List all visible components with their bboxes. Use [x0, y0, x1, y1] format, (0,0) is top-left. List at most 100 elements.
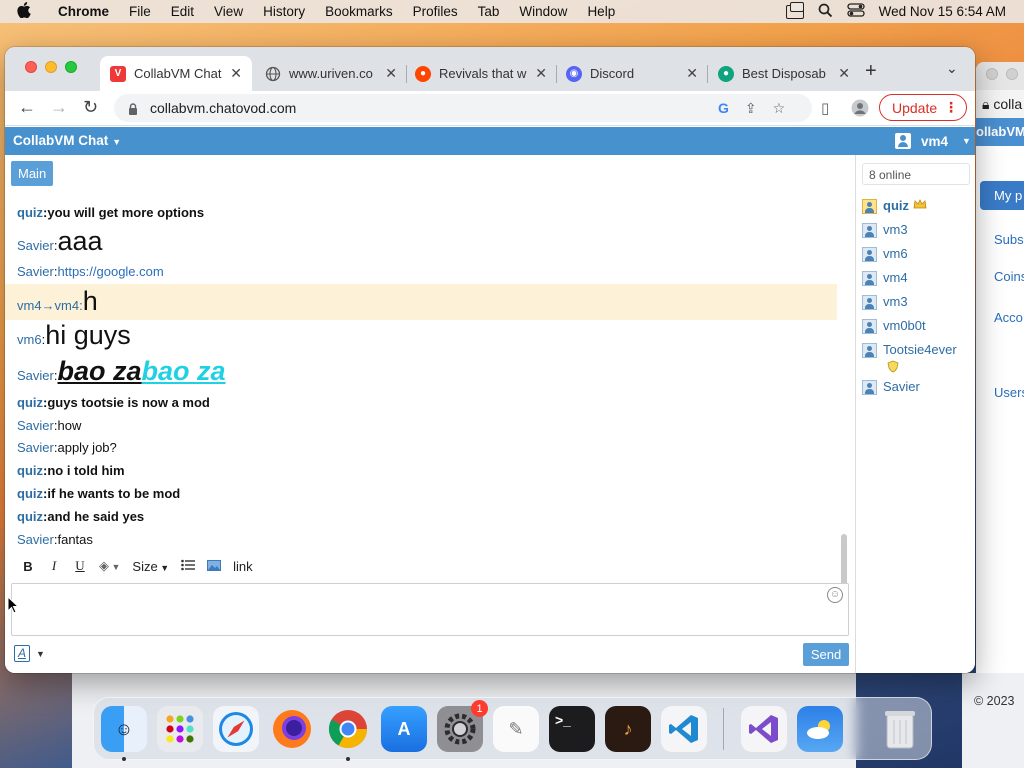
background-address-bar[interactable]: 🔒︎ colla	[976, 90, 1024, 118]
menu-window[interactable]: Window	[509, 4, 577, 19]
menu-help[interactable]: Help	[577, 4, 625, 19]
tab-discord[interactable]: ◉ Discord ✕	[556, 56, 708, 91]
spotlight-search-icon[interactable]	[818, 3, 833, 21]
system-settings-gear-icon[interactable]: 1	[437, 700, 488, 752]
room-tab-main[interactable]: Main	[11, 161, 54, 186]
menu-tab[interactable]: Tab	[468, 4, 510, 19]
menu-app-name[interactable]: Chrome	[48, 4, 119, 19]
message-nick[interactable]: Savier	[17, 238, 54, 253]
user-list-item[interactable]: vm4	[862, 268, 975, 292]
message-nick[interactable]: quiz	[17, 395, 43, 410]
message-nick[interactable]: Savier	[17, 440, 54, 455]
underline-button[interactable]: U	[67, 558, 93, 574]
control-center-icon[interactable]	[847, 3, 865, 20]
textedit-icon[interactable]: ✎	[493, 706, 539, 752]
message-nick[interactable]: quiz	[17, 486, 43, 501]
message-nick[interactable]: Savier	[17, 532, 54, 547]
reload-icon[interactable]: ↻	[83, 97, 98, 118]
new-tab-plus-icon[interactable]: +	[865, 60, 877, 83]
message-nick[interactable]: Savier	[17, 368, 54, 383]
message-nick[interactable]: Savier	[17, 418, 54, 433]
message-nick[interactable]: vm6	[17, 332, 42, 347]
finder-icon[interactable]: ☺	[101, 706, 147, 761]
share-icon[interactable]: ⇪	[745, 100, 757, 117]
link-button[interactable]: link	[227, 559, 259, 574]
close-window-button[interactable]	[25, 61, 37, 73]
tab-reddit[interactable]: ● Revivals that w ✕	[405, 56, 557, 91]
close-tab-icon[interactable]: ✕	[535, 65, 547, 82]
address-bar[interactable]: collabvm.chatovod.com	[114, 94, 812, 122]
message-nick[interactable]: quiz	[17, 509, 43, 524]
user-list-item[interactable]: vm6	[862, 244, 975, 268]
side-panel-icon[interactable]: ▯	[821, 99, 829, 117]
weather-icon[interactable]	[797, 706, 843, 752]
safari-compass-icon[interactable]	[213, 706, 259, 752]
italic-button[interactable]: I	[41, 558, 67, 574]
back-arrow-icon[interactable]: ←	[18, 97, 36, 118]
background-link-account[interactable]: Acco	[980, 302, 1024, 333]
tab-search-chevron-icon[interactable]: ⌄	[946, 60, 958, 77]
bookmark-star-icon[interactable]: ☆	[773, 100, 786, 117]
garageband-guitar-icon[interactable]: ♪	[605, 706, 651, 752]
background-link-users[interactable]: Users	[980, 377, 1024, 408]
launchpad-icon[interactable]	[157, 706, 203, 752]
chat-message: Savier: fantas	[17, 532, 93, 547]
minimize-window-button[interactable]	[45, 61, 57, 73]
font-size-dropdown[interactable]: Size ▼	[126, 559, 175, 574]
close-tab-icon[interactable]: ✕	[686, 65, 698, 82]
zoom-window-button[interactable]	[65, 61, 77, 73]
firefox-icon[interactable]	[269, 706, 315, 752]
bullet-list-icon[interactable]	[175, 559, 201, 574]
screen-mirroring-icon[interactable]	[785, 1, 804, 19]
menu-file[interactable]: File	[119, 4, 161, 19]
message-nick[interactable]: quiz	[17, 205, 43, 220]
tab-collabvm-chat[interactable]: V CollabVM Chat ✕	[100, 56, 252, 91]
user-list-item[interactable]: Savier	[862, 377, 975, 401]
send-button[interactable]: Send	[803, 643, 849, 666]
background-pill-my-profile[interactable]: My p	[980, 181, 1024, 210]
emoji-smiley-icon[interactable]: ☺	[827, 587, 843, 603]
user-list-item[interactable]: quiz	[862, 196, 975, 220]
message-nick[interactable]: quiz	[17, 463, 43, 478]
vscode-icon[interactable]	[661, 706, 707, 752]
terminal-icon[interactable]: >_	[549, 706, 595, 752]
visual-studio-icon[interactable]	[741, 706, 787, 752]
message-nick[interactable]: vm4→vm4	[17, 298, 79, 313]
google-lens-icon[interactable]: G	[718, 100, 729, 117]
message-link[interactable]: https://google.com	[57, 264, 163, 279]
tab-uriven[interactable]: www.uriven.co ✕	[255, 56, 407, 91]
tab-best-disposable[interactable]: ● Best Disposab ✕	[708, 56, 860, 91]
font-style-button[interactable]: A ▼	[14, 645, 45, 662]
chat-brand-menu[interactable]: CollabVM Chat ▼	[13, 133, 121, 148]
text-color-icon[interactable]: ◈ ▼	[93, 558, 126, 574]
background-link-subs[interactable]: Subs	[980, 224, 1024, 255]
bold-button[interactable]: B	[15, 559, 41, 574]
user-list-item[interactable]: vm3	[862, 220, 975, 244]
kebab-menu-icon[interactable]: ⋮	[944, 99, 958, 116]
background-browser-window[interactable]: 🔒︎ colla ollabVM My p Subs Coins Acco Us…	[976, 62, 1024, 722]
forward-arrow-icon[interactable]: →	[50, 97, 68, 118]
close-tab-icon[interactable]: ✕	[385, 65, 397, 82]
chrome-icon[interactable]	[325, 706, 371, 761]
menubar-clock[interactable]: Wed Nov 15 6:54 AM	[879, 4, 1006, 19]
user-list-item[interactable]: vm3	[862, 292, 975, 316]
user-menu[interactable]: vm4 ▼	[895, 133, 971, 149]
user-list-item[interactable]: vm0b0t	[862, 316, 975, 340]
chrome-update-button[interactable]: Update ⋮	[879, 94, 967, 121]
message-nick[interactable]: Savier	[17, 264, 54, 279]
close-tab-icon[interactable]: ✕	[838, 65, 850, 82]
profile-avatar-icon[interactable]	[851, 99, 869, 121]
menu-profiles[interactable]: Profiles	[403, 4, 468, 19]
menu-edit[interactable]: Edit	[161, 4, 204, 19]
menu-bookmarks[interactable]: Bookmarks	[315, 4, 403, 19]
user-list-item[interactable]: Tootsie4ever	[862, 340, 975, 377]
trash-icon[interactable]	[877, 706, 923, 752]
menu-history[interactable]: History	[253, 4, 315, 19]
apple-menu-icon[interactable]	[0, 1, 48, 22]
image-icon[interactable]	[201, 559, 227, 574]
menu-view[interactable]: View	[204, 4, 253, 19]
background-link-coins[interactable]: Coins	[980, 261, 1024, 292]
close-tab-icon[interactable]: ✕	[230, 65, 242, 82]
message-input[interactable]	[11, 583, 849, 636]
app-store-icon[interactable]: A	[381, 706, 427, 752]
